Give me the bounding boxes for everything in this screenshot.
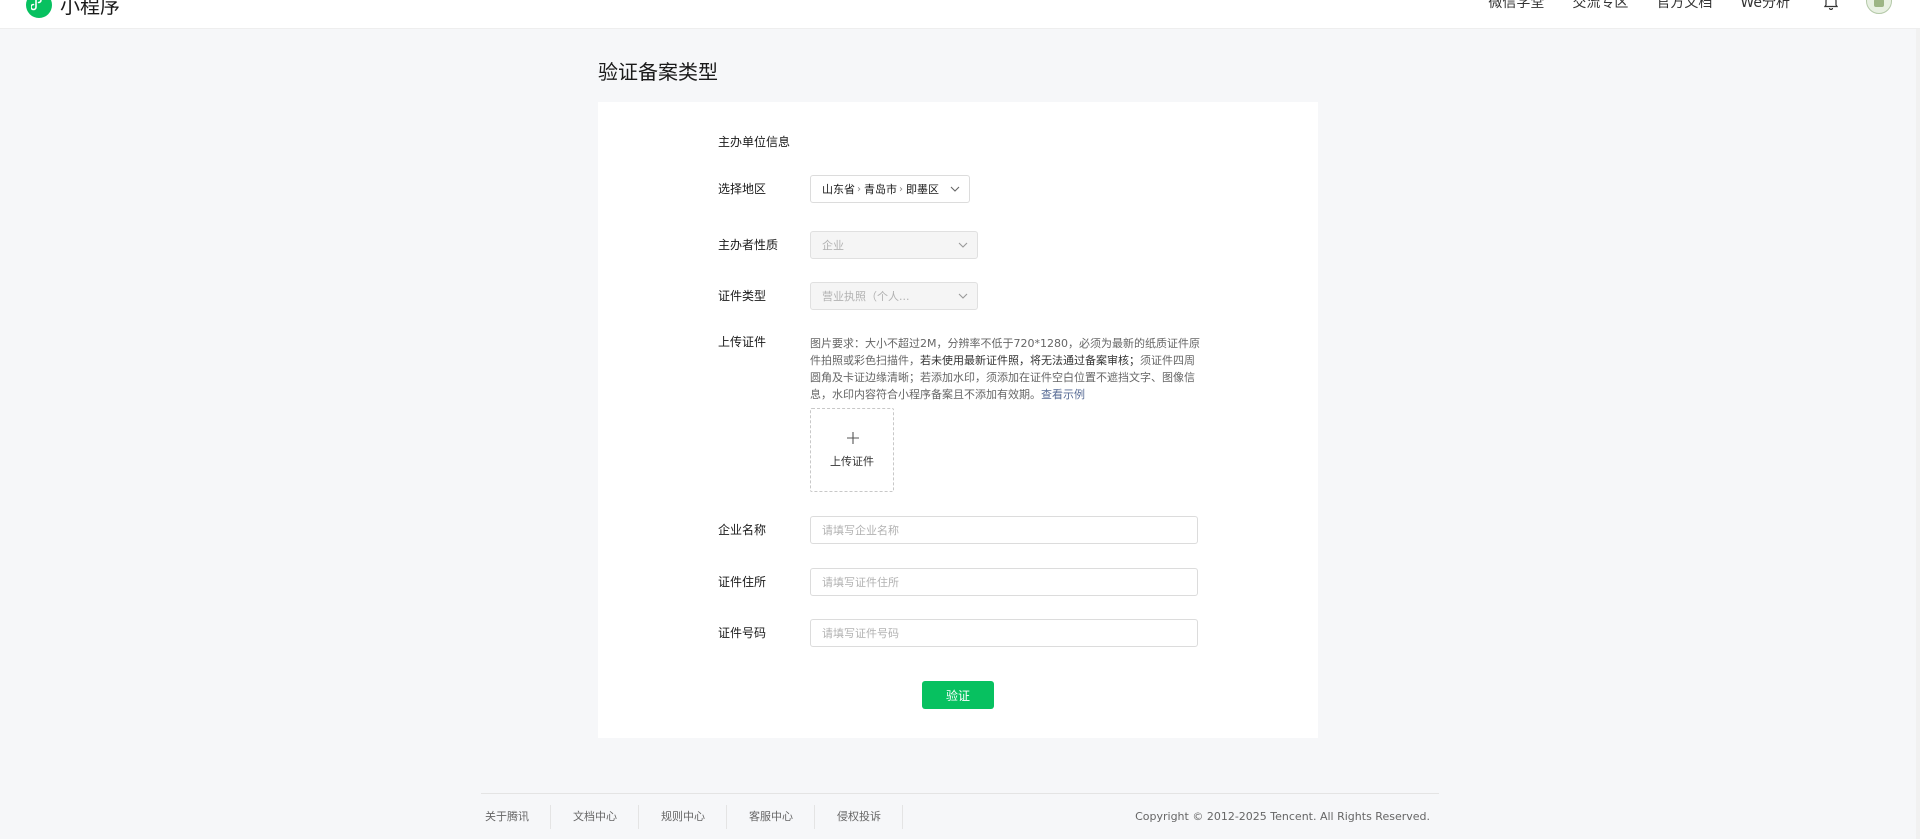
cert-type-select[interactable]: 营业执照（个人...	[810, 282, 978, 310]
avatar[interactable]	[1866, 0, 1892, 14]
nav-community[interactable]: 交流专区	[1572, 0, 1628, 12]
nav-docs[interactable]: 官方文档	[1656, 0, 1712, 12]
chevron-right-icon: ›	[857, 183, 861, 195]
nav-wechat-academy[interactable]: 微信学堂	[1488, 0, 1544, 12]
region-district: 即墨区	[906, 183, 939, 196]
scrollbar[interactable]	[1916, 29, 1920, 839]
cert-type-label: 证件类型	[718, 289, 767, 303]
organizer-type-value: 企业	[822, 239, 844, 252]
cert-number-input[interactable]	[810, 619, 1198, 647]
cert-address-input[interactable]	[810, 568, 1198, 596]
footer-link-about[interactable]: 关于腾讯	[481, 805, 551, 829]
region-row: 选择地区 山东省 › 青岛市 › 即墨区	[718, 175, 970, 203]
footer-link-support[interactable]: 客服中心	[744, 805, 815, 829]
region-province: 山东省	[822, 183, 855, 196]
upload-label: 上传证件	[718, 335, 767, 349]
section-title: 主办单位信息	[718, 135, 791, 149]
form-card: 主办单位信息 选择地区 山东省 › 青岛市 › 即墨区 主办者性质 企业 证件类型 …	[598, 102, 1318, 738]
nav-we-analytics[interactable]: We分析	[1740, 0, 1790, 12]
company-name-input[interactable]	[810, 516, 1198, 544]
region-label: 选择地区	[718, 182, 767, 196]
footer-divider	[481, 793, 1439, 794]
app-name: 小程序	[60, 0, 120, 18]
chevron-down-icon	[958, 293, 968, 299]
cert-type-row: 证件类型 营业执照（个人...	[718, 282, 978, 310]
cert-type-value: 营业执照（个人...	[822, 290, 910, 303]
plus-icon	[847, 432, 859, 444]
footer-link-rules[interactable]: 规则中心	[656, 805, 727, 829]
brand[interactable]: 小程序	[26, 0, 120, 19]
top-nav: 微信学堂 交流专区 官方文档 We分析	[1488, 0, 1790, 12]
company-name-label: 企业名称	[718, 523, 767, 537]
top-header: 小程序 微信学堂 交流专区 官方文档 We分析	[0, 0, 1920, 29]
chevron-right-icon: ›	[899, 183, 903, 195]
chevron-down-icon	[958, 242, 968, 248]
organizer-type-label: 主办者性质	[718, 238, 779, 252]
page-title: 验证备案类型	[598, 60, 718, 84]
upload-button[interactable]: 上传证件	[810, 408, 894, 492]
region-city: 青岛市	[864, 183, 897, 196]
cert-address-label: 证件住所	[718, 575, 767, 589]
chevron-down-icon	[950, 186, 960, 192]
cert-number-label: 证件号码	[718, 626, 767, 640]
footer-link-docs[interactable]: 文档中心	[568, 805, 639, 829]
upload-button-label: 上传证件	[830, 455, 874, 468]
miniprogram-logo-icon	[26, 0, 52, 18]
footer-links: 关于腾讯 文档中心 规则中心 客服中心 侵权投诉	[481, 805, 920, 829]
copyright: Copyright © 2012-2025 Tencent. All Right…	[1135, 810, 1430, 823]
bell-icon[interactable]	[1823, 0, 1839, 13]
requirement-text-bold: 若未使用最新证件照，将无法通过备案审核；	[920, 354, 1140, 367]
upload-requirements: 图片要求：大小不超过2M，分辨率不低于720*1280，必须为最新的纸质证件原件…	[810, 335, 1202, 403]
cert-address-row: 证件住所	[718, 568, 1198, 596]
organizer-type-select[interactable]: 企业	[810, 231, 978, 259]
region-select[interactable]: 山东省 › 青岛市 › 即墨区	[810, 175, 970, 203]
cert-number-row: 证件号码	[718, 619, 1198, 647]
view-example-link[interactable]: 查看示例	[1041, 388, 1085, 401]
company-name-row: 企业名称	[718, 516, 1198, 544]
verify-button[interactable]: 验证	[922, 681, 994, 709]
upload-row: 上传证件 图片要求：大小不超过2M，分辨率不低于720*1280，必须为最新的纸…	[718, 332, 1202, 403]
organizer-type-row: 主办者性质 企业	[718, 231, 978, 259]
footer-link-complaint[interactable]: 侵权投诉	[832, 805, 903, 829]
